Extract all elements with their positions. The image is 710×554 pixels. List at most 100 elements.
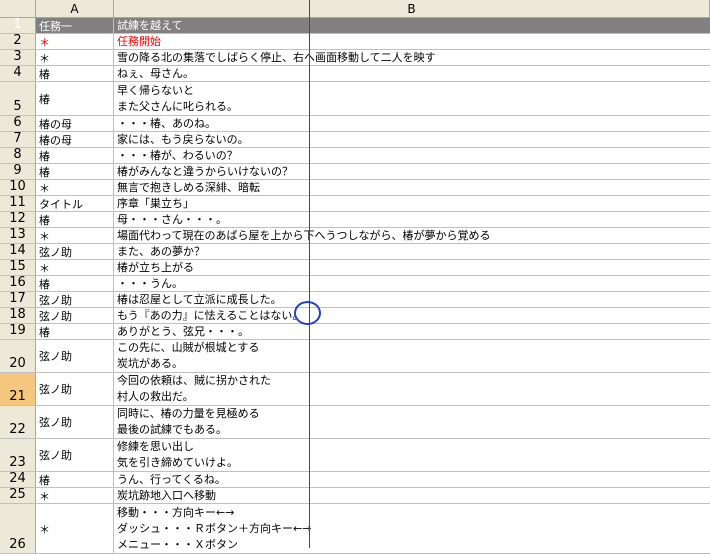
table-row: 25 ＊炭坑跡地入口へ移動 [0,487,710,504]
cell-b[interactable]: 椿は忍屋として立派に成長した。 [114,292,710,307]
row-header[interactable]: 13 [0,227,36,243]
cell-text-line: 早く帰らないと [117,83,194,97]
annotation-circle [294,301,321,325]
select-all-corner[interactable] [0,0,36,18]
cell-a[interactable]: タイトル [36,196,114,211]
cell-b[interactable]: 序章「巣立ち」 [114,196,710,211]
cell-b[interactable]: 今回の依頼は、賊に拐かされた 村人の救出だ。 [114,373,710,405]
cell-a[interactable]: 椿 [36,472,114,487]
table-row: 6 椿の母 ・・・椿、あのね。 [0,115,710,132]
cell-b[interactable]: 同時に、椿の力量を見極める 最後の試練でもある。 [114,406,710,438]
cell-a[interactable]: 椿の母 [36,116,114,131]
cell-text-line: 炭坑がある。 [117,357,183,370]
row-header[interactable]: 25 [0,487,36,503]
table-row: 9 椿椿がみんなと違うからいけないの？ [0,163,710,180]
row-header[interactable]: 24 [0,471,36,487]
row-header[interactable]: 22 [0,406,36,438]
row-header[interactable]: 5 [0,82,36,115]
cell-b[interactable]: もう『あの力』に怯えることはない。 [114,308,710,323]
row-header[interactable]: 23 [0,439,36,471]
table-row: 20 弦ノ助 この先に、山賊が根城とする 炭坑がある。 [0,340,710,373]
cell-b[interactable]: 任務開始 [114,34,710,49]
row-header[interactable]: 14 [0,243,36,259]
table-row: 19 椿ありがとう、弦兄・・・。 [0,323,710,340]
cell-text-line: メニュー・・・Ｘボタン [117,537,238,551]
cell-b[interactable]: 椿が立ち上がる [114,260,710,275]
cell-b[interactable]: ・・・うん。 [114,276,710,291]
cell-b[interactable]: ・・・椿、あのね。 [114,116,710,131]
column-header-b[interactable]: B [114,0,710,18]
row-header[interactable]: 18 [0,307,36,323]
cell-a[interactable]: 椿 [36,82,114,115]
table-row: 17 弦ノ助 椿は忍屋として立派に成長した。 [0,291,710,308]
row-header[interactable]: 16 [0,275,36,291]
cell-a[interactable]: 任務一 [36,18,114,33]
cell-text-line: 移動・・・方向キー←→ [117,505,235,519]
cell-a[interactable]: ＊ [36,260,114,275]
cell-text-line: この先に、山賊が根城とする [117,341,260,354]
cell-b[interactable]: 試練を越えて [114,18,710,33]
row-header[interactable]: 21 [0,373,36,405]
cell-b[interactable]: 早く帰らないと また父さんに叱られる。 [114,82,710,115]
cell-a[interactable]: 椿 [36,66,114,81]
row-header[interactable]: 26 [0,504,36,553]
cell-a[interactable]: 弦ノ助 [36,244,114,259]
cell-b[interactable]: 雪の降る北の集落でしばらく停止、右へ画面移動して二人を映す [114,50,710,65]
cell-a[interactable]: 椿 [36,212,114,227]
cell-a[interactable]: ＊ [36,50,114,65]
cell-a[interactable]: 弦ノ助 [36,340,114,372]
table-row: 11 タイトル 序章「巣立ち」 [0,195,710,212]
cell-a[interactable]: 弦ノ助 [36,308,114,323]
cell-a[interactable]: ＊ [36,228,114,243]
row-header[interactable]: 9 [0,163,36,179]
cell-b[interactable]: 移動・・・方向キー←→ ダッシュ・・・Ｒボタン＋方向キー←→ メニュー・・・Ｘボタン [114,504,710,553]
row-header[interactable]: 19 [0,323,36,339]
cell-b[interactable]: 家には、もう戻らないの。 [114,132,710,147]
cell-a[interactable]: 椿 [36,148,114,163]
cell-b[interactable]: この先に、山賊が根城とする 炭坑がある。 [114,340,710,372]
cell-a[interactable]: ＊ [36,488,114,503]
cell-b[interactable]: ありがとう、弦兄・・・。 [114,324,710,339]
cell-a[interactable]: 弦ノ助 [36,439,114,471]
row-header[interactable]: 4 [0,65,36,81]
row-header[interactable]: 8 [0,147,36,163]
column-header-a[interactable]: A [36,0,114,18]
row-header[interactable]: 6 [0,115,36,131]
table-row: 26 ＊移動・・・方向キー←→ ダッシュ・・・Ｒボタン＋方向キー←→ メニュー・・・Ｘ… [0,504,710,554]
cell-b[interactable]: ねぇ、母さん。 [114,66,710,81]
row-header[interactable]: 7 [0,131,36,147]
cell-a[interactable]: ＊ [36,504,114,553]
cell-a[interactable]: ＊ [36,180,114,195]
table-row: 18 弦ノ助 もう『あの力』に怯えることはない。 [0,307,710,324]
cell-a[interactable]: 椿 [36,164,114,179]
row-header[interactable]: 3 [0,49,36,65]
row-header[interactable]: 10 [0,179,36,195]
table-row: 15 ＊椿が立ち上がる [0,259,710,276]
row-header[interactable]: 12 [0,211,36,227]
cell-a[interactable]: 椿 [36,324,114,339]
cell-b[interactable]: 無言で抱きしめる深緋、暗転 [114,180,710,195]
row-header[interactable]: 1 [0,17,36,33]
cell-a[interactable]: 椿 [36,276,114,291]
cell-b[interactable]: 椿がみんなと違うからいけないの？ [114,164,710,179]
cell-b[interactable]: ・・・椿が、わるいの？ [114,148,710,163]
cell-a[interactable]: 弦ノ助 [36,292,114,307]
cell-b[interactable]: 炭坑跡地入口へ移動 [114,488,710,503]
cell-a[interactable]: 椿の母 [36,132,114,147]
row-header[interactable]: 2 [0,33,36,49]
cell-text-line: ダッシュ・・・Ｒボタン＋方向キー←→ [117,521,312,535]
table-row: 16 椿・・・うん。 [0,275,710,292]
cell-a[interactable]: 弦ノ助 [36,406,114,438]
cell-a[interactable]: ＊ [36,34,114,49]
cell-b[interactable]: 場面代わって現在のあばら屋を上から下へうつしながら、椿が夢から覚める [114,228,710,243]
cell-b[interactable]: うん、行ってくるね。 [114,472,710,487]
row-header[interactable]: 15 [0,259,36,275]
row-header[interactable]: 11 [0,195,36,211]
row-header[interactable]: 20 [0,340,36,372]
cell-b[interactable]: 母・・・さん・・・。 [114,212,710,227]
cell-a[interactable]: 弦ノ助 [36,373,114,405]
cell-b[interactable]: 修練を思い出し 気を引き締めていけよ。 [114,439,710,471]
table-row: 21 弦ノ助 今回の依頼は、賊に拐かされた 村人の救出だ。 [0,373,710,406]
cell-b[interactable]: また、あの夢か？ [114,244,710,259]
row-header[interactable]: 17 [0,291,36,307]
